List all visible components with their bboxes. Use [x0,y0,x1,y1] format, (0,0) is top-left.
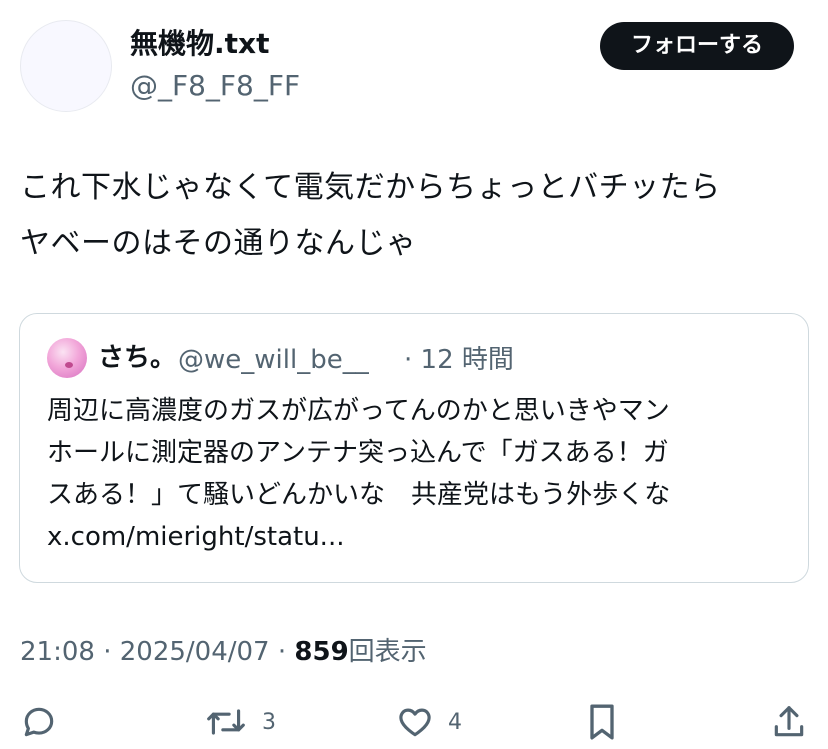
meta-separator: · [103,637,112,667]
share-button[interactable] [770,700,808,744]
tweet-text: これ下水じゃなくて電気だからちょっとバチッたら ヤベーのはその通りなんじゃ [20,160,810,272]
author-handle[interactable]: @_F8_F8_FF [130,66,300,106]
tweet-text-line: ヤベーのはその通りなんじゃ [20,226,417,261]
views-label: 回表示 [348,637,427,667]
retweet-count: 3 [262,709,276,735]
like-icon [396,703,434,741]
quoted-author-display-name: さち。 [98,343,177,373]
quoted-tweet-link[interactable]: x.com/mieright/statu... [47,516,787,558]
retweet-icon [204,703,248,741]
reply-icon [20,703,58,741]
tweet-text-line: これ下水じゃなくて電気だからちょっとバチッたら [20,170,721,205]
quoted-tweet-card[interactable]: さち。 @we_will_be__ · 12 時間 周辺に高濃度のガスが広がって… [19,313,809,583]
quoted-tweet-line: ホールに測定器のアンテナ突っ込んで「ガスある！ガ [47,438,669,468]
bookmark-icon [584,702,620,742]
author-avatar[interactable] [20,20,112,112]
quoted-tweet-time: · 12 時間 [404,345,514,375]
quoted-tweet-line: 周辺に高濃度のガスが広がってんのかと思いきやマン [47,396,670,426]
quoted-tweet-line: スある！」て騒いどんかいな 共産党はもう外歩くな [47,480,671,510]
retweet-button[interactable]: 3 [204,700,276,744]
quoted-tweet-text: 周辺に高濃度のガスが広がってんのかと思いきやマン ホールに測定器のアンテナ突っ込… [47,390,787,558]
like-count: 4 [448,709,462,735]
tweet-time[interactable]: 21:08 [20,637,95,667]
tweet-meta: 21:08 · 2025/04/07 · 859回表示 [20,632,427,672]
quoted-author-avatar [47,338,87,378]
share-icon [770,703,808,741]
reply-button[interactable] [20,700,58,744]
views-count: 859 [294,637,349,667]
like-button[interactable]: 4 [396,700,462,744]
follow-button[interactable]: フォローする [600,22,794,70]
author-display-name[interactable]: 無機物.txt [130,24,269,64]
bookmark-button[interactable] [584,700,620,744]
tweet-date[interactable]: 2025/04/07 [120,637,270,667]
quoted-author-handle: @we_will_be__ [178,345,369,375]
meta-separator: · [277,637,287,667]
